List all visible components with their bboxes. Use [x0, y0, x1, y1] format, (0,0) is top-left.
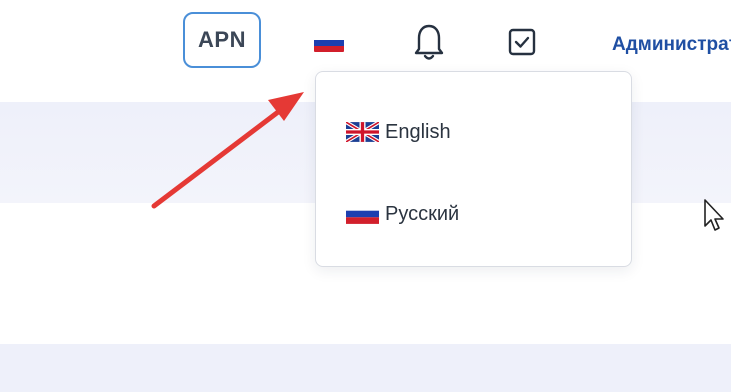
language-option-english[interactable]: English [316, 104, 631, 160]
language-switcher-button[interactable] [308, 30, 352, 56]
notifications-button[interactable] [414, 22, 444, 66]
content-row [0, 344, 731, 392]
flag-ru-icon [314, 34, 344, 52]
language-option-russian[interactable]: Русский [316, 186, 631, 242]
language-option-label: Русский [385, 202, 460, 225]
apn-badge[interactable]: APN [183, 12, 261, 68]
language-dropdown: English Русский [315, 71, 632, 267]
language-option-label: English [385, 120, 451, 143]
page: APN Администратор En [0, 0, 731, 392]
flag-ru-icon [346, 204, 379, 224]
bell-icon [414, 24, 444, 60]
mouse-cursor-icon [704, 199, 724, 231]
flag-uk-icon [346, 122, 379, 142]
tasks-button[interactable] [505, 25, 539, 59]
checkbox-icon [508, 28, 536, 56]
user-menu-label[interactable]: Администратор [612, 34, 731, 56]
